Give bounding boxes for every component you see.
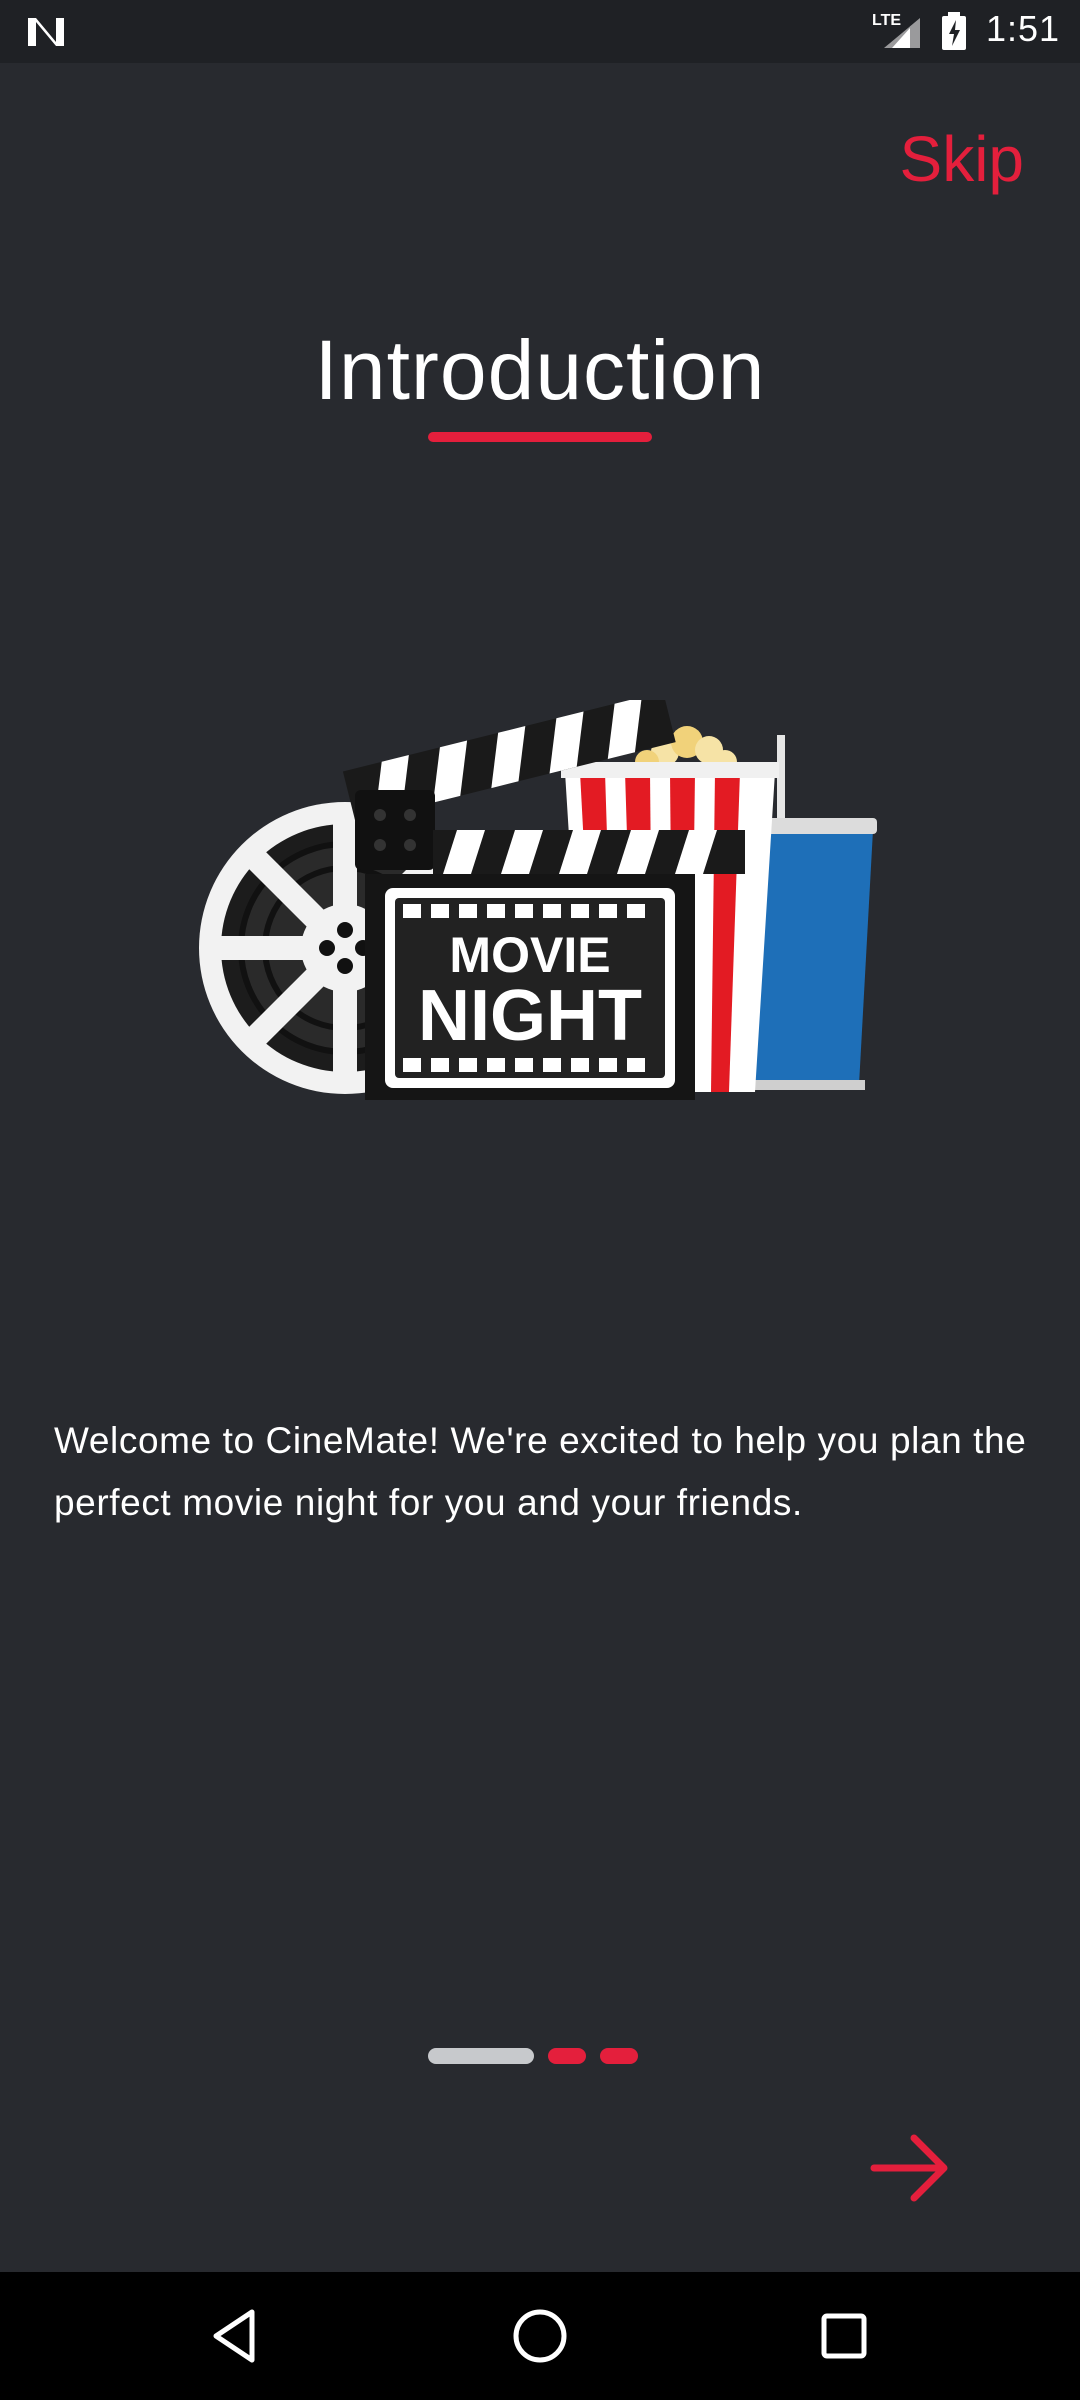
page-indicator: [428, 2048, 638, 2064]
illustration-text-movie: MOVIE: [449, 927, 610, 983]
n-logo-icon: [28, 18, 64, 46]
clapperboard-stripe: [433, 830, 745, 874]
intro-description: Welcome to CineMate! We're excited to he…: [54, 1420, 1027, 1523]
illustration-text-night: NIGHT: [418, 976, 642, 1056]
title-underline: [428, 432, 652, 442]
status-bar: LTE 1:51: [0, 0, 1080, 63]
movie-night-illustration: MOVIE NIGHT: [199, 700, 877, 1100]
clock: 1:51: [986, 8, 1061, 49]
onboarding-screen: LTE 1:51 Skip Introduction MOVIE NIGHT W…: [0, 0, 1080, 2400]
page-indicator-dot: [548, 2048, 586, 2064]
clapperboard-body: MOVIE NIGHT: [365, 874, 695, 1100]
lte-signal-icon: [884, 18, 920, 48]
skip-button[interactable]: Skip: [900, 122, 1025, 196]
recents-icon[interactable]: [812, 2304, 876, 2368]
arrow-right-icon[interactable]: [866, 2128, 956, 2208]
home-icon[interactable]: [508, 2304, 572, 2368]
back-icon[interactable]: [204, 2304, 268, 2368]
navigation-bar: [0, 2272, 1080, 2400]
page-indicator-dot: [600, 2048, 638, 2064]
clapper-hinge: [355, 790, 435, 870]
page-title: Introduction: [314, 323, 766, 417]
page-indicator-dot-active: [428, 2048, 534, 2064]
battery-charging-icon: [942, 12, 966, 50]
